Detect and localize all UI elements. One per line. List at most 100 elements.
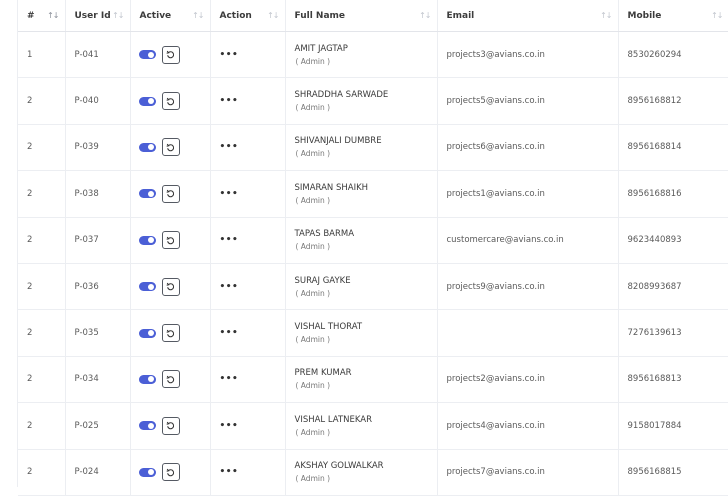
reset-button[interactable] (161, 370, 180, 389)
mobile: 8956168814 (618, 124, 728, 172)
column-header-user-id[interactable]: User Id ↑↓ (65, 0, 131, 32)
more-options-icon[interactable]: ••• (211, 50, 239, 60)
sort-arrows-icon[interactable]: ↑↓ (47, 11, 59, 20)
user-id: P-036 (65, 263, 131, 311)
mobile: 8530260294 (618, 31, 728, 79)
active-toggle[interactable] (138, 328, 156, 338)
table-row: 2 P-037 ••• TAPAS BARMA ( Admin ) customercar… (18, 217, 728, 264)
column-header-full-name[interactable]: Full Name ↑↓ (285, 0, 438, 32)
users-table: # ↑↓ User Id ↑↓ Active ↑↓ Action ↑↓ Full Nam… (18, 0, 728, 496)
sort-arrows-icon[interactable]: ↑↓ (711, 11, 723, 20)
action-cell: ••• (210, 217, 286, 264)
sort-arrows-icon[interactable]: ↑↓ (192, 11, 204, 20)
column-header-action[interactable]: Action ↑↓ (210, 0, 286, 32)
active-toggle[interactable] (138, 421, 156, 431)
full-name-cell: TAPAS BARMA ( Admin ) (285, 217, 438, 264)
reset-button[interactable] (161, 138, 180, 157)
full-name: TAPAS BARMA (294, 229, 355, 240)
active-cell (130, 31, 211, 79)
user-role: ( Admin ) (295, 474, 331, 484)
full-name: VISHAL THORAT (294, 322, 363, 333)
active-toggle[interactable] (138, 142, 156, 152)
mobile: 8956168812 (618, 77, 728, 125)
active-toggle[interactable] (138, 50, 156, 60)
more-options-icon[interactable]: ••• (211, 374, 239, 384)
more-options-icon[interactable]: ••• (211, 421, 239, 431)
email: projects9@avians.co.in (437, 263, 619, 311)
more-options-icon[interactable]: ••• (211, 189, 239, 199)
reset-icon (166, 143, 175, 152)
email: projects4@avians.co.in (437, 402, 619, 450)
table-row: 2 P-034 ••• PREM KUMAR ( Admin ) projects2@av… (18, 356, 728, 404)
reset-icon (166, 375, 175, 384)
mobile: 7276139613 (618, 309, 728, 357)
column-header-number[interactable]: # ↑↓ (18, 0, 66, 32)
sort-arrows-icon[interactable]: ↑↓ (419, 11, 431, 20)
user-id: P-035 (65, 309, 131, 357)
email (437, 309, 619, 357)
reset-button[interactable] (161, 184, 180, 203)
active-toggle[interactable] (138, 96, 156, 106)
action-cell: ••• (210, 263, 286, 311)
reset-button[interactable] (161, 92, 180, 111)
action-cell: ••• (210, 402, 286, 450)
sort-arrows-icon[interactable]: ↑↓ (112, 11, 124, 20)
active-cell (130, 449, 211, 496)
column-header-active[interactable]: Active ↑↓ (130, 0, 211, 32)
active-toggle[interactable] (138, 189, 156, 199)
column-header-email[interactable]: Email ↑↓ (437, 0, 619, 32)
user-id: P-034 (65, 356, 131, 404)
user-id: P-039 (65, 124, 131, 172)
full-name-cell: SURAJ GAYKE ( Admin ) (285, 263, 438, 311)
email: projects2@avians.co.in (437, 356, 619, 404)
full-name-cell: SHIVANJALI DUMBRE ( Admin ) (285, 124, 438, 172)
sort-arrows-icon[interactable]: ↑↓ (600, 11, 612, 20)
active-toggle[interactable] (138, 374, 156, 384)
user-role: ( Admin ) (295, 103, 331, 113)
more-options-icon[interactable]: ••• (211, 142, 239, 152)
more-options-icon[interactable]: ••• (211, 282, 239, 292)
reset-icon (166, 97, 175, 105)
user-id: P-038 (65, 170, 131, 218)
row-number: 2 (18, 263, 66, 311)
sort-arrows-icon[interactable]: ↑↓ (267, 11, 279, 20)
mobile: 8208993687 (618, 263, 728, 311)
table-row: 2 P-040 ••• SHRADDHA SARWADE ( Admin ) projec… (18, 77, 728, 125)
table-row: 2 P-036 ••• SURAJ GAYKE ( Admin ) projects9@a… (18, 263, 728, 311)
more-options-icon[interactable]: ••• (211, 235, 239, 245)
reset-button[interactable] (161, 416, 180, 435)
mobile: 9623440893 (618, 217, 728, 264)
email: projects1@avians.co.in (437, 170, 619, 218)
row-number: 2 (18, 449, 66, 496)
row-number: 2 (18, 124, 66, 172)
user-role: ( Admin ) (295, 56, 331, 66)
action-cell: ••• (210, 77, 286, 125)
mobile: 8956168815 (618, 449, 728, 496)
more-options-icon[interactable]: ••• (211, 328, 239, 338)
active-toggle[interactable] (138, 282, 156, 292)
full-name: SIMARAN SHAIKH (294, 182, 369, 193)
active-toggle[interactable] (138, 467, 156, 477)
reset-icon (166, 190, 175, 198)
email: projects7@avians.co.in (437, 449, 619, 496)
reset-button[interactable] (161, 463, 180, 482)
reset-button[interactable] (161, 324, 180, 343)
action-cell: ••• (210, 124, 286, 172)
active-cell (130, 170, 211, 218)
users-table-container: # ↑↓ User Id ↑↓ Active ↑↓ Action ↑↓ Full Nam… (17, 0, 728, 496)
column-header-mobile[interactable]: Mobile ↑↓ (618, 0, 728, 32)
full-name: VISHAL LATNEKAR (294, 414, 373, 425)
table-row: 2 P-038 ••• SIMARAN SHAIKH ( Admin ) projects… (18, 170, 728, 218)
active-cell (130, 309, 211, 357)
more-options-icon[interactable]: ••• (211, 96, 239, 106)
reset-button[interactable] (161, 45, 180, 64)
reset-icon (166, 50, 175, 59)
email: projects3@avians.co.in (437, 31, 619, 79)
reset-button[interactable] (161, 277, 180, 296)
action-cell: ••• (210, 31, 286, 79)
more-options-icon[interactable]: ••• (211, 467, 239, 477)
full-name-cell: PREM KUMAR ( Admin ) (285, 356, 438, 404)
row-number: 2 (18, 170, 66, 218)
active-toggle[interactable] (138, 235, 156, 245)
reset-button[interactable] (161, 231, 180, 250)
